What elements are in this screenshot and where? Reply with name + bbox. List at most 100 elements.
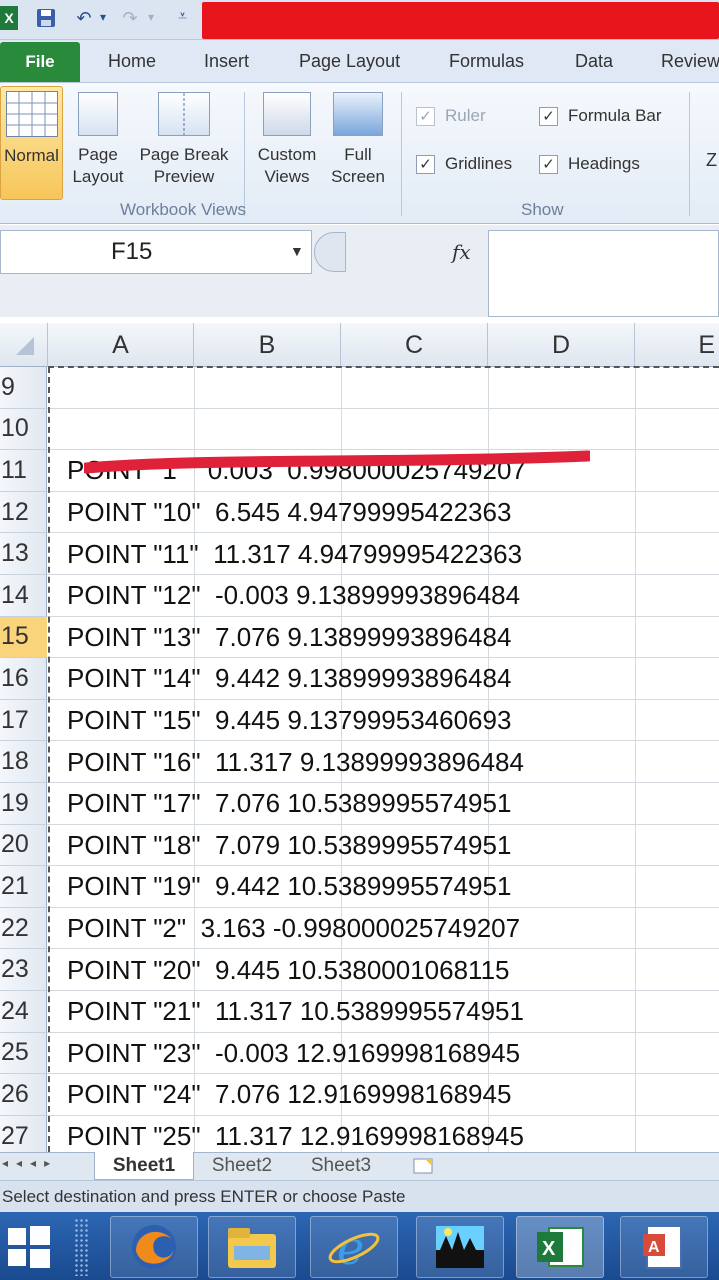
row-header-14[interactable]: 14 <box>0 575 47 617</box>
sheet-tab-2[interactable]: Sheet2 <box>196 1152 288 1180</box>
save-icon[interactable] <box>34 6 58 30</box>
redo-dropdown-icon[interactable]: ▾ <box>148 10 154 24</box>
custom-views-label-1: Custom <box>257 145 317 164</box>
file-explorer-icon[interactable] <box>208 1216 296 1278</box>
cell-a16[interactable]: POINT "14" 9.442 9.13899993896484 <box>67 658 511 700</box>
page-break-line-horizontal <box>48 366 719 368</box>
column-header-c[interactable]: C <box>341 323 488 367</box>
row-header-9[interactable]: 9 <box>0 367 47 409</box>
row-header-20[interactable]: 20 <box>0 825 47 867</box>
row-header-19[interactable]: 19 <box>0 783 47 825</box>
gridline-row <box>47 407 719 409</box>
insert-sheet-icon[interactable] <box>398 1152 450 1180</box>
row-header-18[interactable]: 18 <box>0 741 47 783</box>
custom-views-icon <box>263 92 311 136</box>
page-layout-icon <box>78 92 118 136</box>
gridlines-checkbox[interactable]: ✓ Gridlines <box>416 154 512 174</box>
sheet-tab-1[interactable]: Sheet1 <box>94 1152 194 1180</box>
cell-a23[interactable]: POINT "20" 9.445 10.5380001068115 <box>67 949 510 991</box>
row-header-21[interactable]: 21 <box>0 866 47 908</box>
row-header-16[interactable]: 16 <box>0 658 47 700</box>
insert-function-icon[interactable]: fx <box>452 240 471 264</box>
select-all-icon <box>15 337 34 355</box>
column-header-b[interactable]: B <box>194 323 341 367</box>
custom-views-button[interactable]: Custom Views <box>252 92 322 188</box>
row-header-24[interactable]: 24 <box>0 991 47 1033</box>
full-screen-button[interactable]: Full Screen <box>327 92 389 188</box>
formula-input[interactable] <box>488 230 719 317</box>
normal-view-icon <box>5 91 58 137</box>
tab-file[interactable]: File <box>0 42 80 82</box>
word-icon[interactable]: A <box>620 1216 708 1278</box>
excel-icon[interactable]: X <box>516 1216 604 1278</box>
undo-icon[interactable]: ↶ <box>72 6 96 30</box>
cell-a13[interactable]: POINT "11" 11.317 4.94799995422363 <box>67 533 522 575</box>
red-scribble-mark <box>84 450 590 474</box>
image-viewer-icon[interactable] <box>416 1216 504 1278</box>
redo-icon[interactable]: ↷ <box>118 6 142 30</box>
internet-explorer-icon[interactable]: e <box>310 1216 398 1278</box>
normal-view-button[interactable]: Normal <box>0 86 63 200</box>
cell-a22[interactable]: POINT "2" 3.163 -0.998000025749207 <box>67 908 520 950</box>
cell-a25[interactable]: POINT "23" -0.003 12.9169998168945 <box>67 1033 520 1075</box>
sheet-nav-arrows[interactable]: ◂◂◂▸ <box>2 1156 58 1170</box>
cell-a15[interactable]: POINT "13" 7.076 9.13899993896484 <box>67 617 511 659</box>
name-box-dropdown-icon[interactable]: ▼ <box>290 243 304 259</box>
page-break-preview-button[interactable]: Page Break Preview <box>134 92 234 188</box>
formula-bar-label: Formula Bar <box>568 106 662 125</box>
formula-bar-checkbox[interactable]: ✓ Formula Bar <box>539 106 662 126</box>
cell-a18[interactable]: POINT "16" 11.317 9.13899993896484 <box>67 741 524 783</box>
firefox-icon[interactable] <box>110 1216 198 1278</box>
cell-a21[interactable]: POINT "19" 9.442 10.5389995574951 <box>67 866 511 908</box>
full-screen-icon <box>333 92 383 136</box>
row-header-26[interactable]: 26 <box>0 1074 47 1116</box>
svg-text:X: X <box>542 1238 556 1260</box>
cell-a17[interactable]: POINT "15" 9.445 9.13799953460693 <box>67 700 511 742</box>
views-separator <box>244 92 245 216</box>
headings-checkbox[interactable]: ✓ Headings <box>539 154 640 174</box>
row-header-17[interactable]: 17 <box>0 700 47 742</box>
redacted-title <box>202 2 719 39</box>
headings-check-icon: ✓ <box>539 154 558 174</box>
tab-review[interactable]: Review <box>661 40 719 82</box>
cell-a20[interactable]: POINT "18" 7.079 10.5389995574951 <box>67 825 511 867</box>
cell-a26[interactable]: POINT "24" 7.076 12.9169998168945 <box>67 1074 511 1116</box>
cell-a12[interactable]: POINT "10" 6.545 4.94799995422363 <box>67 492 511 534</box>
ruler-checkbox[interactable]: ✓ Ruler <box>416 106 486 126</box>
row-header-13[interactable]: 13 <box>0 533 47 575</box>
row-header-25[interactable]: 25 <box>0 1033 47 1075</box>
customize-toolbar-icon[interactable]: ⩡ <box>178 8 187 26</box>
column-header-a[interactable]: A <box>48 323 194 367</box>
tab-insert[interactable]: Insert <box>204 40 249 82</box>
row-header-12[interactable]: 12 <box>0 492 47 534</box>
row-header-10[interactable]: 10 <box>0 409 47 451</box>
select-all-corner[interactable] <box>0 323 48 367</box>
headings-label: Headings <box>568 154 640 173</box>
formula-expand-handle[interactable] <box>314 232 346 272</box>
tab-data[interactable]: Data <box>575 40 613 82</box>
row-header-11[interactable]: 11 <box>0 450 47 492</box>
column-header-d[interactable]: D <box>488 323 635 367</box>
row-header-22[interactable]: 22 <box>0 908 47 950</box>
zoom-button-partial[interactable]: Z <box>706 150 717 171</box>
row-header-15[interactable]: 15 <box>0 616 47 659</box>
svg-text:A: A <box>648 1239 660 1256</box>
column-header-e[interactable]: E <box>635 323 719 367</box>
cell-a14[interactable]: POINT "12" -0.003 9.13899993896484 <box>67 575 520 617</box>
excel-app-icon[interactable]: X <box>0 6 18 30</box>
tab-page-layout[interactable]: Page Layout <box>299 40 400 82</box>
row-header-23[interactable]: 23 <box>0 949 47 991</box>
tab-formulas[interactable]: Formulas <box>449 40 524 82</box>
full-screen-label-1: Full <box>344 145 372 164</box>
undo-dropdown-icon[interactable]: ▾ <box>100 10 106 24</box>
formula-bar-check-icon: ✓ <box>539 106 558 126</box>
name-box[interactable]: F15 <box>0 230 312 274</box>
tab-home[interactable]: Home <box>108 40 156 82</box>
cell-a24[interactable]: POINT "21" 11.317 10.5389995574951 <box>67 991 524 1033</box>
sheet-tab-3[interactable]: Sheet3 <box>292 1152 390 1180</box>
show-group-label: Show <box>521 200 564 219</box>
workbook-views-group-label: Workbook Views <box>120 200 246 219</box>
windows-start-icon[interactable] <box>4 1222 54 1272</box>
cell-a19[interactable]: POINT "17" 7.076 10.5389995574951 <box>67 783 511 825</box>
page-layout-view-button[interactable]: Page Layout <box>68 92 128 188</box>
